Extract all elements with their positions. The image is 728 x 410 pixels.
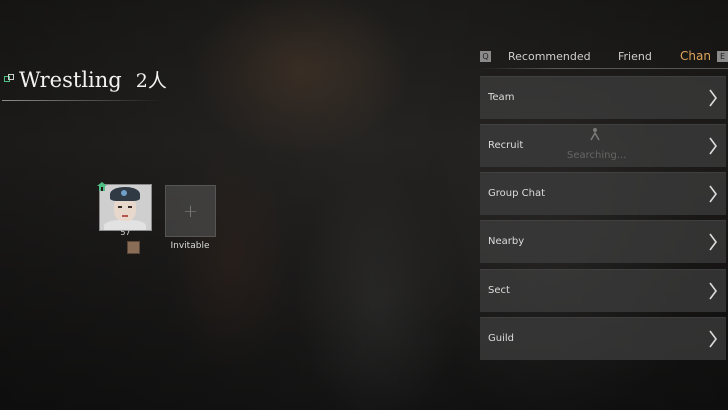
tab-recommended[interactable]: Recommended	[508, 50, 591, 63]
chevron-right-icon	[709, 330, 717, 348]
chevron-right-icon	[709, 233, 717, 251]
prev-tab-key[interactable]: Q	[480, 51, 491, 62]
party-count: 2人	[135, 70, 167, 92]
menu-item-guild[interactable]: Guild	[480, 317, 726, 360]
tab-channel[interactable]: Chan	[680, 49, 711, 63]
chevron-right-icon	[709, 89, 717, 107]
menu-item-label: Nearby	[488, 236, 525, 247]
member-level: 57	[120, 228, 131, 237]
chevron-right-icon	[709, 137, 717, 155]
menu-item-team[interactable]: Team	[480, 76, 726, 119]
leader-icon	[97, 182, 107, 191]
menu-item-sect[interactable]: Sect	[480, 269, 726, 312]
menu-item-label: Recruit	[488, 140, 524, 151]
next-tab-key[interactable]: E	[717, 51, 728, 62]
menu-item-nearby[interactable]: Nearby	[480, 220, 726, 263]
member-badge-icon	[127, 241, 140, 254]
invite-label: Invitable	[170, 241, 210, 251]
avatar-eye-left	[118, 206, 122, 208]
menu-item-label: Group Chat	[488, 188, 545, 199]
avatar-lips	[122, 215, 128, 217]
title-divider	[2, 100, 162, 101]
tab-bar: Q Recommended Friend Chan E	[480, 46, 728, 68]
party-name: Wrestling	[19, 68, 122, 92]
avatar-eye-right	[128, 206, 132, 208]
chevron-right-icon	[709, 185, 717, 203]
searching-text: Searching...	[567, 150, 627, 161]
menu-item-label: Team	[488, 92, 515, 103]
menu-item-group-chat[interactable]: Group Chat	[480, 172, 726, 215]
invite-slot-button[interactable]: +	[165, 185, 216, 237]
add-icon: +	[182, 200, 199, 222]
team-icon	[4, 74, 14, 82]
avatar-hat	[110, 187, 140, 201]
menu-item-label: Sect	[488, 285, 510, 296]
menu-item-label: Guild	[488, 333, 514, 344]
tab-friend[interactable]: Friend	[618, 50, 652, 63]
chevron-right-icon	[709, 282, 717, 300]
figure-icon	[590, 128, 600, 141]
party-title: Wrestling 2人	[19, 66, 167, 93]
tab-divider	[480, 68, 728, 69]
